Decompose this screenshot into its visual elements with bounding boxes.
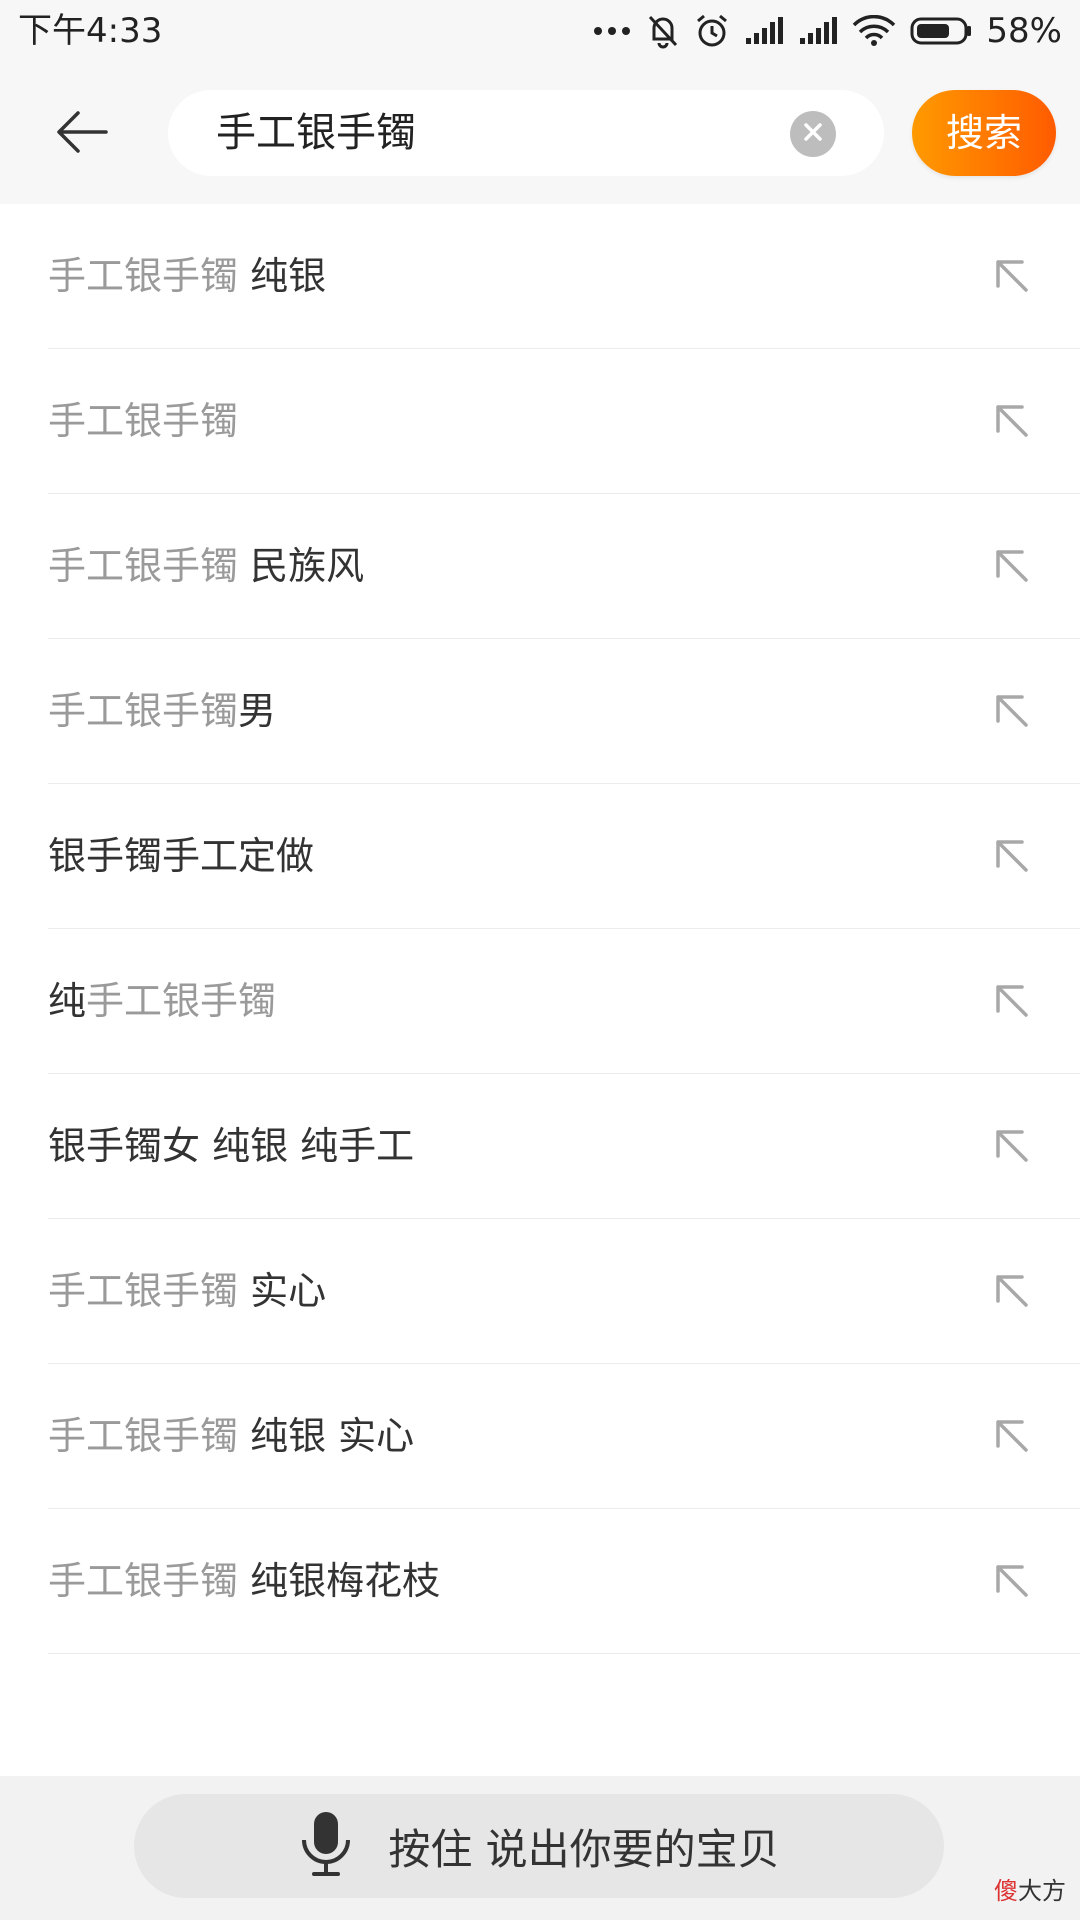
search-input[interactable] [216,90,736,176]
status-time: 下午4:33 [18,11,163,51]
fill-query-arrow-icon[interactable] [988,1267,1036,1315]
back-button[interactable] [40,94,124,174]
list-item[interactable]: 手工银手镯 纯银 [48,204,1080,349]
suggestion-text: 手工银手镯 纯银梅花枝 [48,1559,441,1603]
search-box[interactable] [168,90,884,176]
list-item[interactable]: 手工银手镯 纯银 实心 [48,1364,1080,1509]
fill-query-arrow-icon[interactable] [988,252,1036,300]
clear-icon [802,121,824,147]
alarm-icon [694,13,730,49]
suggestion-text: 银手镯手工定做 [48,834,315,878]
status-icons: 58% [592,8,1062,54]
battery-percentage: 58% [986,11,1062,51]
notification-muted-icon [646,13,680,49]
list-item[interactable]: 手工银手镯 实心 [48,1219,1080,1364]
battery-icon [910,16,972,46]
fill-query-arrow-icon[interactable] [988,687,1036,735]
more-dots-icon [592,25,632,37]
search-header: 搜索 [0,62,1080,204]
suggestion-text: 银手镯女 纯银 纯手工 [48,1124,415,1168]
suggestion-text: 手工银手镯 实心 [48,1269,327,1313]
bottom-bar: 按住 说出你要的宝贝 傻大方 [0,1776,1080,1920]
signal-icon [744,16,784,46]
voice-search-label: 按住 说出你要的宝贝 [388,1824,780,1874]
suggestion-text: 手工银手镯 民族风 [48,544,365,588]
fill-query-arrow-icon[interactable] [988,977,1036,1025]
microphone-icon [298,1810,354,1882]
voice-search-button[interactable]: 按住 说出你要的宝贝 [134,1794,944,1898]
suggestion-text: 手工银手镯 纯银 实心 [48,1414,415,1458]
list-item[interactable]: 手工银手镯男 [48,639,1080,784]
fill-query-arrow-icon[interactable] [988,542,1036,590]
list-item[interactable]: 手工银手镯 纯银梅花枝 [48,1509,1080,1654]
status-bar: 下午4:33 58% [0,0,1080,62]
fill-query-arrow-icon[interactable] [988,1122,1036,1170]
list-item[interactable]: 手工银手镯 民族风 [48,494,1080,639]
suggestion-text: 手工银手镯 纯银 [48,254,327,298]
signal-icon [798,16,838,46]
suggestion-text: 手工银手镯 [48,399,239,443]
clear-button[interactable] [790,111,836,157]
fill-query-arrow-icon[interactable] [988,832,1036,880]
list-item[interactable]: 银手镯女 纯银 纯手工 [48,1074,1080,1219]
list-item[interactable]: 银手镯手工定做 [48,784,1080,929]
suggestion-text: 手工银手镯男 [48,689,277,733]
watermark: 傻大方 [994,1877,1066,1905]
fill-query-arrow-icon[interactable] [988,397,1036,445]
suggestion-list: 手工银手镯 纯银 手工银手镯 手工银手镯 民族风 手工银手镯男 银手镯手工定做 … [0,204,1080,1654]
suggestion-text: 纯手工银手镯 [48,979,277,1023]
fill-query-arrow-icon[interactable] [988,1412,1036,1460]
back-arrow-icon [56,109,108,159]
list-item[interactable]: 手工银手镯 [48,349,1080,494]
fill-query-arrow-icon[interactable] [988,1557,1036,1605]
wifi-icon [852,15,896,47]
search-button[interactable]: 搜索 [912,90,1056,176]
list-item[interactable]: 纯手工银手镯 [48,929,1080,1074]
